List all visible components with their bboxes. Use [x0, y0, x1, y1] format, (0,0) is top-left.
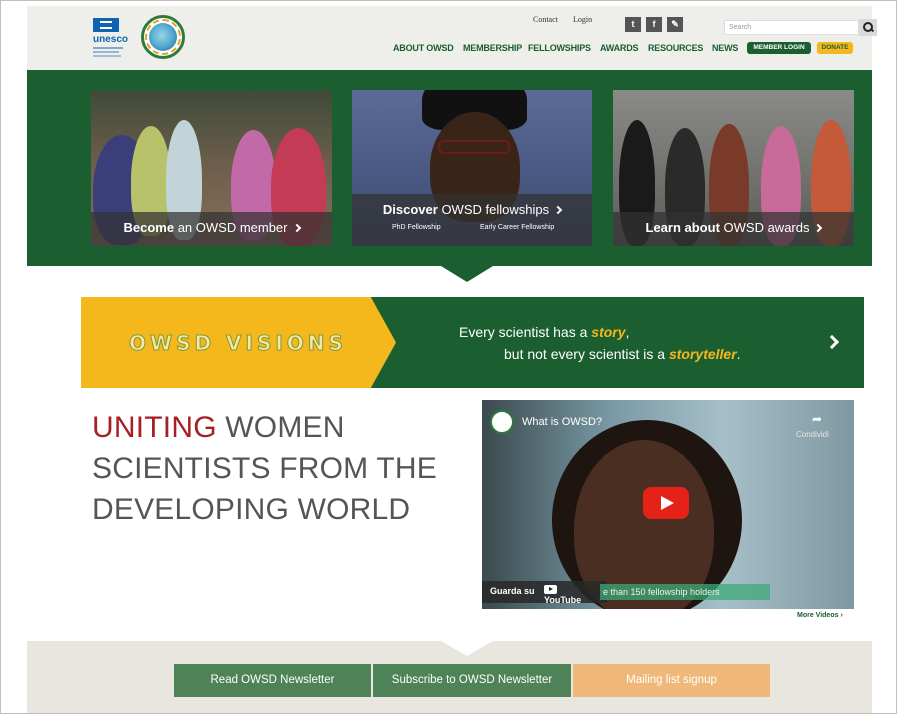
- hero-pointer: [441, 266, 493, 282]
- early-career-fellowship-link[interactable]: Early Career Fellowship: [480, 224, 554, 231]
- search-input[interactable]: Search: [724, 20, 859, 35]
- visions-tagline-line2: but not every scientist is a storyteller…: [504, 346, 741, 362]
- unesco-logo[interactable]: unesco: [93, 18, 145, 58]
- play-button[interactable]: [643, 487, 689, 519]
- share-label[interactable]: Condividi: [796, 430, 829, 439]
- unesco-temple-icon: [93, 18, 119, 32]
- headline-accent: UNITING: [92, 411, 217, 444]
- video-subtitle: e than 150 fellowship holders: [600, 584, 770, 600]
- member-card[interactable]: Become an OWSD member: [91, 90, 332, 246]
- chevron-right-icon: [814, 223, 823, 233]
- fellowship-card[interactable]: Discover OWSD fellowships PhD Fellowship…: [352, 90, 592, 246]
- nav-awards[interactable]: AWARDS: [600, 43, 639, 53]
- facebook-icon[interactable]: f: [646, 17, 662, 32]
- channel-avatar[interactable]: [490, 410, 514, 434]
- chevron-right-icon[interactable]: [824, 334, 840, 350]
- member-login-button[interactable]: MEMBER LOGIN: [747, 42, 811, 54]
- fellowship-card-text: OWSD fellowships: [437, 202, 550, 217]
- page: unesco Contact Login t f ✎ Search ABOUT …: [0, 0, 897, 714]
- youtube-logo[interactable]: YouTube: [544, 585, 592, 605]
- visions-tagline-line1: Every scientist has a story,: [459, 324, 630, 340]
- nav-news[interactable]: NEWS: [712, 43, 738, 53]
- owsd-visions-banner[interactable]: OWSD VISIONS Every scientist has a story…: [81, 297, 864, 388]
- nav-fellowships[interactable]: FELLOWSHIPS: [528, 43, 591, 53]
- mailing-list-signup-button[interactable]: Mailing list signup: [573, 664, 770, 697]
- video-player[interactable]: What is OWSD? ➦ Condividi e than 150 fel…: [482, 400, 854, 609]
- member-card-text: an OWSD member: [174, 220, 288, 235]
- member-card-bold: Become: [123, 220, 175, 235]
- subscribe-newsletter-button[interactable]: Subscribe to OWSD Newsletter: [373, 664, 571, 697]
- twitter-icon[interactable]: t: [625, 17, 641, 32]
- search-icon[interactable]: [859, 19, 877, 36]
- page-headline: UNITING WOMEN SCIENTISTS FROM THE DEVELO…: [92, 411, 437, 526]
- video-title[interactable]: What is OWSD?: [522, 416, 602, 428]
- awards-card[interactable]: Learn about OWSD awards: [613, 90, 854, 246]
- site-header: unesco Contact Login t f ✎ Search ABOUT …: [27, 6, 877, 70]
- fellowship-card-bold: Discover: [382, 202, 438, 217]
- more-videos-link[interactable]: More Videos ›: [797, 612, 843, 619]
- watch-on-label[interactable]: Guarda su: [490, 586, 535, 596]
- youtube-play-icon: [544, 585, 557, 594]
- phd-fellowship-link[interactable]: PhD Fellowship: [392, 224, 441, 231]
- donate-button[interactable]: DONATE: [817, 42, 853, 54]
- share-icon[interactable]: ➦: [812, 412, 822, 426]
- globe-icon: [149, 23, 177, 51]
- chevron-right-icon: ›: [840, 612, 843, 619]
- owsd-visions-logo: OWSD VISIONS: [129, 331, 347, 356]
- awards-card-bold: Learn about: [645, 220, 720, 235]
- footer-pointer: [441, 641, 493, 656]
- read-newsletter-button[interactable]: Read OWSD Newsletter: [174, 664, 371, 697]
- nav-resources[interactable]: RESOURCES: [648, 43, 703, 53]
- contact-link[interactable]: Contact: [533, 15, 558, 24]
- edit-icon[interactable]: ✎: [667, 17, 683, 32]
- nav-membership[interactable]: MEMBERSHIP: [463, 43, 522, 53]
- chevron-right-icon: [292, 223, 301, 233]
- chevron-right-icon: [553, 205, 563, 215]
- owsd-logo[interactable]: [141, 15, 185, 59]
- nav-about[interactable]: ABOUT OWSD: [393, 43, 454, 53]
- login-link[interactable]: Login: [573, 15, 592, 24]
- awards-card-text: OWSD awards: [719, 220, 810, 235]
- unesco-wordmark: unesco: [93, 34, 129, 45]
